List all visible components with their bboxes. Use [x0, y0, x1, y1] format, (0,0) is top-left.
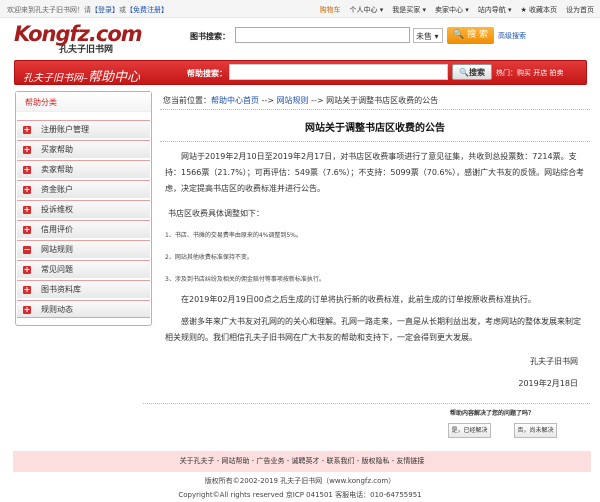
divider — [143, 403, 590, 404]
personal-center-menu[interactable]: 个人中心 ▾ — [349, 5, 383, 15]
search-icon: 🔍 — [459, 68, 469, 77]
login-link[interactable]: 【登录】 — [91, 6, 119, 14]
breadcrumb-home[interactable]: 帮助中心首页 — [211, 96, 259, 105]
buyer-menu[interactable]: 我是买家 ▾ — [392, 5, 426, 15]
welcome-text: 欢迎来到孔夫子旧书网！请 — [7, 6, 91, 14]
footer-links[interactable]: 关于孔夫子 - 网站帮助 - 广告业务 - 诚聘英才 - 联系我们 - 版权隐私… — [13, 451, 591, 472]
sidebar-item-label: 买家帮助 — [41, 145, 73, 154]
sidebar-title: 帮助分类 — [16, 92, 151, 112]
sidebar-item-faq[interactable]: + 常见问题 — [17, 260, 150, 278]
footer-copyright: 版权所有©2002-2019 孔夫子旧书网（www.kongfz.com） — [204, 477, 396, 485]
sidebar-item-rule-news[interactable]: + 规则动态 — [17, 300, 150, 318]
sidebar-item-label: 常见问题 — [41, 265, 73, 274]
expand-icon: + — [23, 265, 31, 274]
or-text: 或 — [119, 6, 126, 14]
expand-icon: + — [23, 185, 31, 194]
feedback-question: 帮助内容解决了您的问题了吗？ — [450, 410, 535, 417]
sidebar-item-label: 投诉维权 — [41, 205, 73, 214]
expand-icon: + — [23, 205, 31, 214]
sidebar-item-complaints[interactable]: + 投诉维权 — [17, 200, 150, 218]
cart-link[interactable]: 购物车 — [319, 5, 340, 15]
adjustment-item: 2、网站其他收费标准保持不变。 — [165, 254, 253, 261]
feedback-no-button[interactable]: 否，尚未解决 — [514, 423, 557, 438]
expand-icon: + — [23, 225, 31, 234]
breadcrumb-sep: --> — [308, 96, 327, 105]
sidebar-item-buyer[interactable]: + 买家帮助 — [17, 140, 150, 158]
banner-site: 孔夫子旧书网– — [23, 73, 88, 84]
article-paragraph: 感谢多年来广大书友对孔网的的关心和理解。孔网一路走来，一直是从长期利益出发，考虑… — [165, 317, 581, 342]
sidebar-item-funds[interactable]: + 资金账户 — [17, 180, 150, 198]
site-nav-menu[interactable]: 站内导航 ▾ — [478, 5, 512, 15]
help-search-input[interactable] — [229, 64, 448, 80]
help-search-label: 帮助搜索： — [187, 69, 227, 78]
article-date: 2019年2月18日 — [518, 379, 578, 388]
footer-icp: Copyright©All rights reserved 京ICP 04150… — [178, 491, 422, 499]
sale-status-select[interactable]: 未售 ▾ — [413, 28, 443, 43]
select-value: 未售 — [416, 32, 432, 41]
sidebar-item-label: 规则动态 — [41, 305, 73, 314]
collapse-icon: − — [23, 245, 31, 254]
breadcrumb: 您当前位置：帮助中心首页 --> 网站规则 --> 网站关于调整书店区收费的公告 — [163, 95, 438, 106]
expand-icon: + — [23, 125, 31, 134]
sidebar-item-rules[interactable]: − 网站规则 — [17, 240, 150, 258]
adjustment-item: 3、涉及到书店纠纷及相关的佣金赔付等事项按新标准执行。 — [165, 276, 325, 283]
book-search-label: 图书搜索： — [190, 32, 230, 41]
seller-menu[interactable]: 卖家中心 ▾ — [435, 5, 469, 15]
help-search-button-label: 搜索 — [468, 68, 485, 77]
book-search-input[interactable] — [235, 27, 410, 43]
sidebar-item-credit[interactable]: + 信用评价 — [17, 220, 150, 238]
article-signature: 孔夫子旧书网 — [530, 357, 578, 366]
article-paragraph: 网站于2019年2月10日至2019年2月17日，对书店区收费事项进行了意见征集… — [165, 152, 585, 193]
sidebar-item-account[interactable]: + 注册账户管理 — [17, 120, 150, 138]
feedback-yes-button[interactable]: 是，已经解决 — [448, 423, 491, 438]
sidebar-item-label: 资金账户 — [41, 185, 73, 194]
divider — [160, 109, 590, 110]
hot-links[interactable]: 热门：购买 开店 拍卖 — [496, 68, 563, 78]
advanced-search-link[interactable]: 高级搜索 — [498, 31, 526, 41]
expand-icon: + — [23, 305, 31, 314]
breadcrumb-prefix: 您当前位置： — [163, 96, 211, 105]
divider — [160, 141, 590, 142]
search-button-label: 搜 索 — [467, 30, 488, 40]
article-paragraph: 在2019年02月19日00点之后生成的订单将执行新的收费标准，此前生成的订单按… — [181, 295, 536, 304]
adjustment-item: 1、书店、书摊的交易费率由原来的4%调整到5%。 — [165, 232, 302, 239]
expand-icon: + — [23, 145, 31, 154]
logo[interactable]: Kongfz.com 孔夫子旧书网 — [14, 22, 143, 55]
top-bar: 欢迎来到孔夫子旧书网！请【登录】或【免费注册】 购物车 个人中心 ▾ 我是买家 … — [0, 0, 600, 18]
set-homepage-link[interactable]: 设为首页 — [566, 5, 594, 15]
help-search-button[interactable]: 🔍搜索 — [452, 64, 492, 80]
banner-title: 帮助中心 — [88, 70, 141, 85]
expand-icon: + — [23, 285, 31, 294]
article-title: 网站关于调整书店区收费的公告 — [305, 123, 445, 134]
sidebar-item-label: 卖家帮助 — [41, 165, 73, 174]
article-paragraph: 书店区收费具体调整如下： — [168, 209, 264, 218]
expand-icon: + — [23, 165, 31, 174]
breadcrumb-current: 网站关于调整书店区收费的公告 — [326, 96, 439, 105]
breadcrumb-rules[interactable]: 网站规则 — [277, 96, 309, 105]
book-search-button[interactable]: 🔍 搜 索 — [447, 27, 494, 44]
sidebar-item-label: 注册账户管理 — [41, 125, 89, 134]
sidebar-item-seller[interactable]: + 卖家帮助 — [17, 160, 150, 178]
sidebar-item-label: 网站规则 — [41, 245, 73, 254]
sidebar-item-label: 信用评价 — [41, 225, 73, 234]
sidebar-item-book-database[interactable]: + 图书资料库 — [17, 280, 150, 298]
register-link[interactable]: 【免费注册】 — [126, 6, 168, 14]
help-category-sidebar: 帮助分类 + 注册账户管理 + 买家帮助 + 卖家帮助 + 资金账户 + 投诉维权 + 信用… — [15, 91, 152, 326]
sidebar-item-label: 图书资料库 — [41, 285, 81, 294]
breadcrumb-sep: --> — [259, 96, 277, 105]
bookmark-link[interactable]: ★ 收藏本页 — [520, 5, 557, 15]
